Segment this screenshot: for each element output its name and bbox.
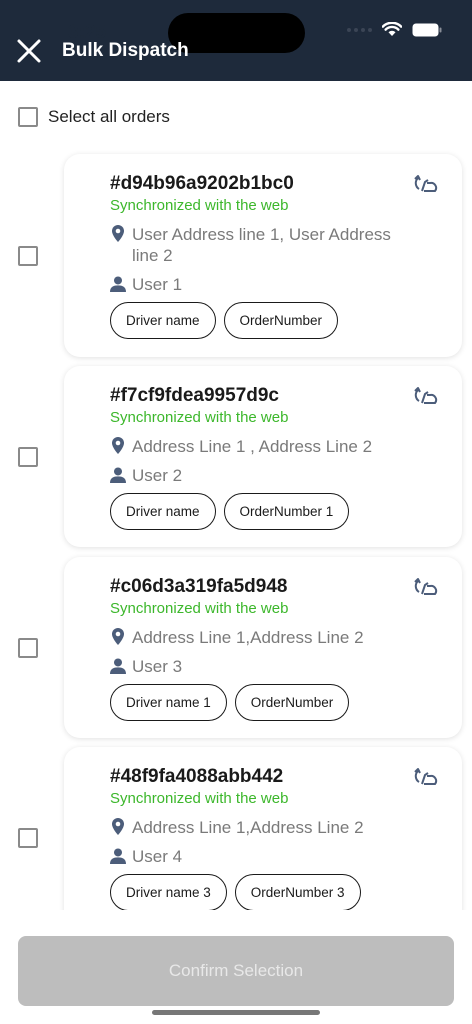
location-pin-icon xyxy=(112,818,124,835)
order-row: #c06d3a319fa5d948 Synchronized with the … xyxy=(0,557,472,738)
order-number-chip[interactable]: OrderNumber xyxy=(234,684,350,721)
order-id: #f7cf9fdea9957d9c xyxy=(110,385,279,406)
user-line: User 2 xyxy=(110,465,182,486)
sync-status: Synchronized with the web xyxy=(110,600,289,617)
wifi-icon xyxy=(382,22,402,36)
order-checkbox[interactable] xyxy=(18,638,38,658)
user-line: User 4 xyxy=(110,846,182,867)
order-id: #c06d3a319fa5d948 xyxy=(110,576,288,597)
battery-icon xyxy=(412,23,442,36)
order-number-chip[interactable]: OrderNumber 1 xyxy=(223,493,350,530)
order-tags: Driver name 1 OrderNumber xyxy=(110,684,350,721)
order-row: #f7cf9fdea9957d9c Synchronized with the … xyxy=(0,366,472,547)
sync-icon[interactable] xyxy=(414,767,438,787)
sync-status: Synchronized with the web xyxy=(110,790,289,807)
close-icon[interactable] xyxy=(14,36,44,66)
order-checkbox[interactable] xyxy=(18,828,38,848)
address-line: User Address line 1, User Address line 2 xyxy=(110,224,422,266)
address-text: User Address line 1, User Address line 2 xyxy=(132,225,391,265)
user-name: User 1 xyxy=(132,275,183,294)
user-icon xyxy=(110,276,126,292)
sync-status: Synchronized with the web xyxy=(110,409,289,426)
order-checkbox[interactable] xyxy=(18,447,38,467)
order-number-chip[interactable]: OrderNumber xyxy=(223,302,339,339)
user-icon xyxy=(110,658,126,674)
order-row: #d94b96a9202b1bc0 Synchronized with the … xyxy=(0,154,472,357)
order-card[interactable]: #f7cf9fdea9957d9c Synchronized with the … xyxy=(64,366,462,547)
order-row: #48f9fa4088abb442 Synchronized with the … xyxy=(0,747,472,910)
order-tags: Driver name OrderNumber 1 xyxy=(110,493,350,530)
user-icon xyxy=(110,467,126,483)
order-list[interactable]: #d94b96a9202b1bc0 Synchronized with the … xyxy=(0,140,472,910)
select-all-checkbox[interactable] xyxy=(18,107,38,127)
order-id: #48f9fa4088abb442 xyxy=(110,766,284,787)
location-pin-icon xyxy=(112,225,124,242)
address-line: Address Line 1,Address Line 2 xyxy=(110,627,422,648)
select-all-label: Select all orders xyxy=(48,107,170,126)
location-pin-icon xyxy=(112,628,124,645)
driver-name-chip[interactable]: Driver name xyxy=(110,302,216,339)
address-line: Address Line 1 , Address Line 2 xyxy=(110,436,422,457)
user-name: User 3 xyxy=(132,657,183,676)
user-name: User 2 xyxy=(132,466,183,485)
sync-status: Synchronized with the web xyxy=(110,197,289,214)
user-name: User 4 xyxy=(132,847,183,866)
location-pin-icon xyxy=(112,437,124,454)
order-card[interactable]: #c06d3a319fa5d948 Synchronized with the … xyxy=(64,557,462,738)
confirm-selection-button[interactable]: Confirm Selection xyxy=(18,936,454,1006)
order-checkbox[interactable] xyxy=(18,246,38,266)
driver-name-chip[interactable]: Driver name 3 xyxy=(110,874,227,910)
user-line: User 1 xyxy=(110,274,182,295)
address-text: Address Line 1 , Address Line 2 xyxy=(132,437,373,456)
home-indicator xyxy=(152,1010,320,1015)
user-line: User 3 xyxy=(110,656,182,677)
signal-icon xyxy=(347,27,372,32)
order-number-chip[interactable]: OrderNumber 3 xyxy=(234,874,361,910)
driver-name-chip[interactable]: Driver name 1 xyxy=(110,684,227,721)
user-icon xyxy=(110,848,126,864)
driver-name-chip[interactable]: Driver name xyxy=(110,493,216,530)
order-id: #d94b96a9202b1bc0 xyxy=(110,173,294,194)
order-card[interactable]: #d94b96a9202b1bc0 Synchronized with the … xyxy=(64,154,462,357)
select-all-toggle[interactable]: Select all orders xyxy=(18,107,170,127)
sync-icon[interactable] xyxy=(414,174,438,194)
sync-icon[interactable] xyxy=(414,577,438,597)
address-text: Address Line 1,Address Line 2 xyxy=(132,818,364,837)
app-header: 3:25 Bulk Dispatch xyxy=(0,0,472,81)
order-tags: Driver name OrderNumber xyxy=(110,302,339,339)
order-card[interactable]: #48f9fa4088abb442 Synchronized with the … xyxy=(64,747,462,910)
order-tags: Driver name 3 OrderNumber 3 xyxy=(110,874,361,910)
status-icons xyxy=(347,22,442,37)
address-line: Address Line 1,Address Line 2 xyxy=(110,817,422,838)
sync-icon[interactable] xyxy=(414,386,438,406)
page-title: Bulk Dispatch xyxy=(62,40,189,61)
address-text: Address Line 1,Address Line 2 xyxy=(132,628,364,647)
